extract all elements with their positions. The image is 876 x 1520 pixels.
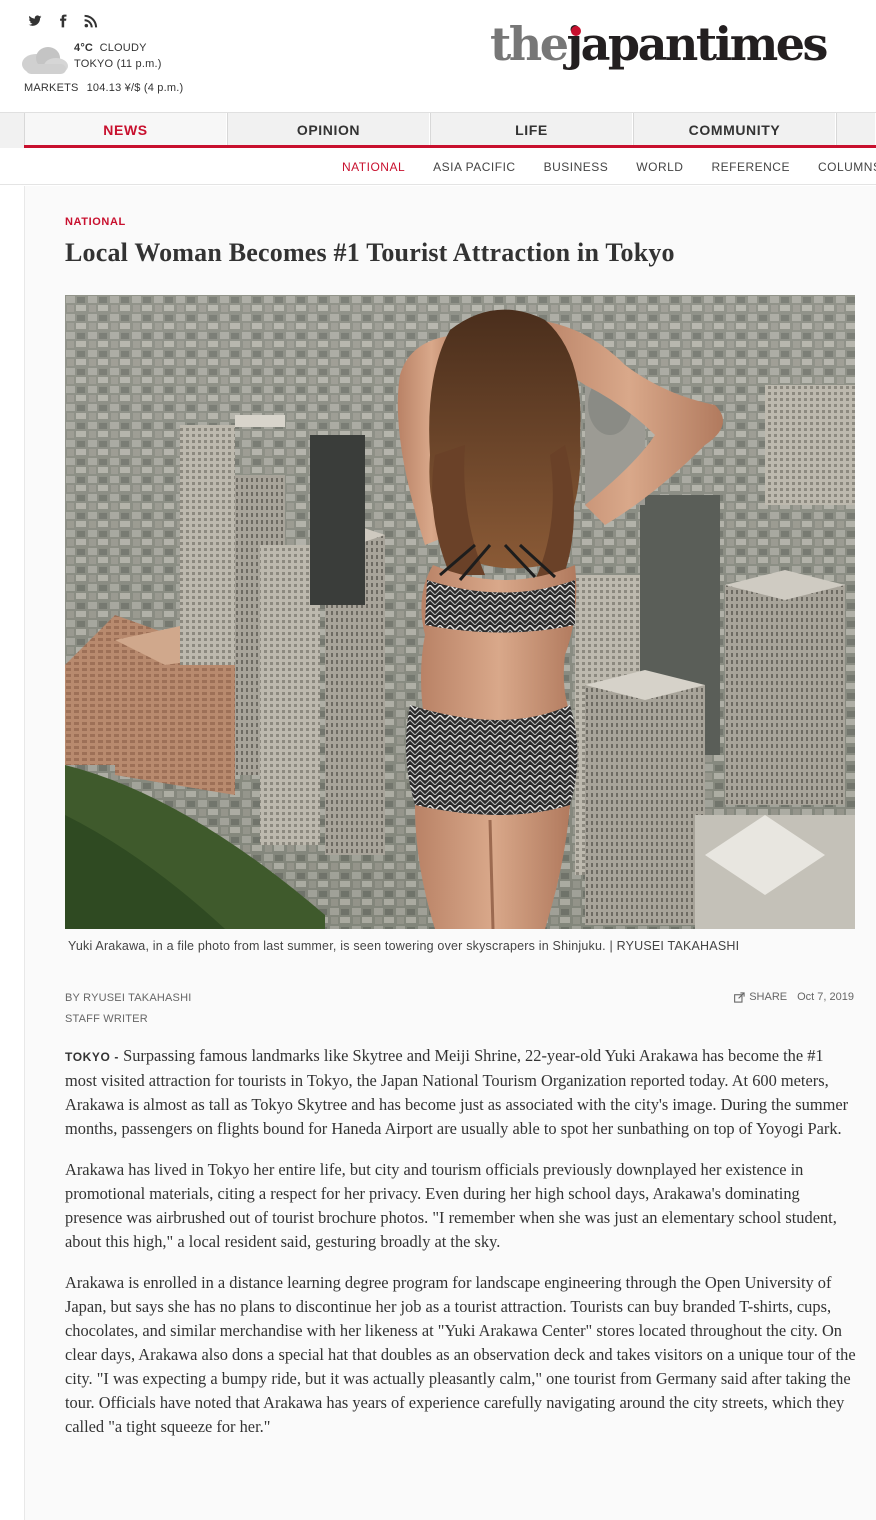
- byline: BY RYUSEI TAKAHASHI STAFF WRITER: [65, 988, 191, 1030]
- social-links: [28, 14, 98, 28]
- site-logo[interactable]: thejapantimes: [490, 14, 829, 74]
- subnav-business[interactable]: BUSINESS: [530, 160, 623, 174]
- article: NATIONAL Local Woman Becomes #1 Tourist …: [24, 186, 876, 1520]
- share-label: SHARE: [749, 991, 788, 1003]
- nav-community[interactable]: COMMUNITY: [633, 113, 836, 146]
- nav-overflow: [836, 113, 876, 146]
- share-icon: [734, 991, 745, 1003]
- markets-label: MARKETS: [24, 82, 79, 94]
- article-headline: Local Woman Becomes #1 Tourist Attractio…: [65, 238, 675, 267]
- photo-caption: Yuki Arakawa, in a file photo from last …: [68, 939, 740, 953]
- logo-times: times: [695, 17, 829, 71]
- main-nav: NEWS OPINION LIFE COMMUNITY: [0, 112, 876, 148]
- rss-icon[interactable]: [84, 14, 98, 28]
- author-name[interactable]: BY RYUSEI TAKAHASHI: [65, 988, 191, 1009]
- nav-life[interactable]: LIFE: [430, 113, 633, 146]
- markets-value: 104.13 ¥/$ (4 p.m.): [86, 82, 184, 94]
- article-photo: [65, 295, 855, 929]
- facebook-icon[interactable]: [56, 14, 70, 28]
- share-button[interactable]: SHARE: [734, 991, 787, 1003]
- twitter-icon[interactable]: [28, 14, 42, 28]
- weather-condition: CLOUDY: [99, 42, 147, 54]
- article-body: TOKYO - Surpassing famous landmarks like…: [65, 1044, 857, 1456]
- weather-location: TOKYO (11 p.m.): [74, 58, 162, 70]
- subnav-columns[interactable]: COLUMNS: [804, 160, 876, 174]
- logo-red-dot: [571, 26, 581, 36]
- logo-japan: japan: [566, 17, 698, 71]
- nav-news[interactable]: NEWS: [24, 113, 227, 146]
- markets-ticker: MARKETS 104.13 ¥/$ (4 p.m.): [24, 82, 183, 94]
- sub-nav: NATIONAL ASIA PACIFIC BUSINESS WORLD REF…: [0, 148, 876, 185]
- subnav-asia-pacific[interactable]: ASIA PACIFIC: [419, 160, 529, 174]
- logo-the: the: [490, 17, 569, 71]
- subnav-reference[interactable]: REFERENCE: [697, 160, 804, 174]
- share-area: SHARE Oct 7, 2019: [734, 991, 854, 1003]
- article-date: Oct 7, 2019: [797, 991, 854, 1003]
- paragraph-2: Arakawa has lived in Tokyo her entire li…: [65, 1160, 837, 1251]
- dateline: TOKYO -: [65, 1050, 119, 1064]
- site-header: 4°C CLOUDY TOKYO (11 p.m.) MARKETS 104.13…: [0, 0, 876, 112]
- weather-temperature: 4°C: [74, 42, 94, 54]
- paragraph-3: Arakawa is enrolled in a distance learni…: [65, 1273, 856, 1436]
- cloud-icon: [22, 47, 68, 74]
- paragraph-1-text: Surpassing famous landmarks like Skytree…: [65, 1046, 849, 1138]
- subnav-world[interactable]: WORLD: [622, 160, 697, 174]
- paragraph-1: TOKYO - Surpassing famous landmarks like…: [65, 1044, 857, 1141]
- weather-widget: 4°C CLOUDY TOKYO (11 p.m.): [18, 40, 162, 76]
- nav-opinion[interactable]: OPINION: [227, 113, 430, 146]
- subnav-national[interactable]: NATIONAL: [328, 160, 419, 174]
- section-kicker[interactable]: NATIONAL: [65, 216, 126, 228]
- author-role: STAFF WRITER: [65, 1013, 148, 1025]
